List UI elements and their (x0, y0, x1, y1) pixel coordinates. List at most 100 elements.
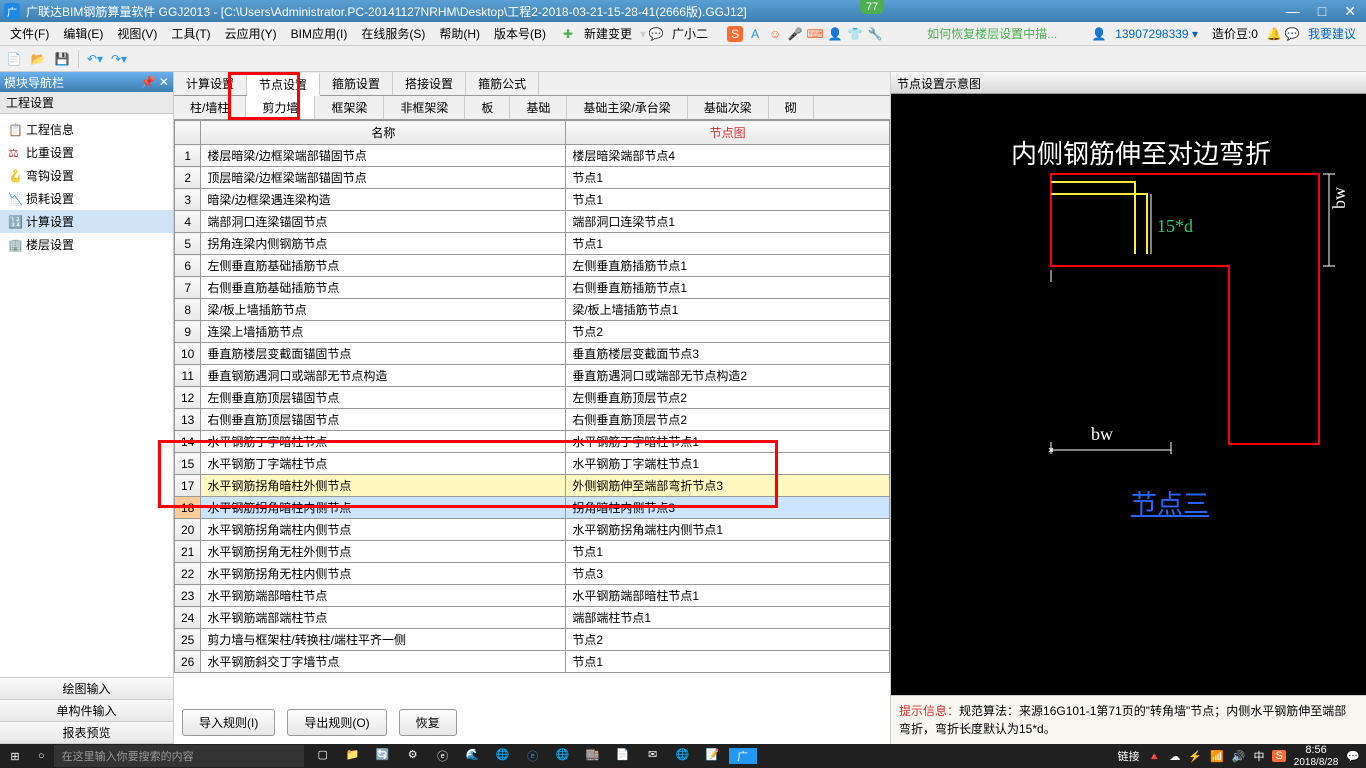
tray-icon[interactable]: 🔊 (1232, 750, 1246, 763)
subtab-foundation-beam[interactable]: 基础主梁/承台梁 (567, 96, 687, 119)
table-row[interactable]: 25剪力墙与框架柱/转换柱/端柱平齐一侧节点2 (175, 629, 890, 651)
wrench-icon[interactable]: 🔧 (867, 26, 883, 42)
subtab-slab[interactable]: 板 (465, 96, 510, 119)
close-button[interactable]: ✕ (1344, 3, 1356, 20)
table-row[interactable]: 24水平钢筋端部端柱节点端部端柱节点1 (175, 607, 890, 629)
maximize-button[interactable]: □ (1318, 3, 1326, 20)
menu-online[interactable]: 在线服务(S) (355, 23, 431, 44)
phone-link[interactable]: 13907298339 ▾ (1109, 25, 1204, 43)
table-row[interactable]: 20水平钢筋拐角端柱内侧节点水平钢筋拐角端柱内侧节点1 (175, 519, 890, 541)
menu-file[interactable]: 文件(F) (4, 23, 55, 44)
menu-bim[interactable]: BIM应用(I) (285, 23, 354, 44)
col-diagram[interactable]: 节点图 (566, 121, 890, 145)
start-button[interactable]: ⊞ (0, 750, 30, 763)
subtab-nonframe-beam[interactable]: 非框架梁 (384, 96, 465, 119)
suggest-icon[interactable]: 💬 (1284, 26, 1300, 42)
table-row[interactable]: 26水平钢筋斜交丁字墙节点节点1 (175, 651, 890, 673)
subtab-foundation[interactable]: 基础 (510, 96, 567, 119)
tray-icon[interactable]: ⚡ (1188, 750, 1202, 763)
undo-icon[interactable]: ↶▾ (85, 49, 105, 69)
table-row[interactable]: 18水平钢筋拐角暗柱内侧节点拐角暗柱内侧节点3 (175, 497, 890, 519)
menu-help[interactable]: 帮助(H) (433, 23, 486, 44)
project-settings-header[interactable]: 工程设置 (0, 92, 173, 114)
table-row[interactable]: 10垂直筋楼层变截面锚固节点垂直筋楼层变截面节点3 (175, 343, 890, 365)
person-icon[interactable]: 👤 (827, 26, 843, 42)
table-row[interactable]: 17水平钢筋拐角暗柱外侧节点外侧钢筋伸至端部弯折节点3 (175, 475, 890, 497)
user-icon[interactable]: 👤 (1091, 26, 1107, 42)
task-icon[interactable]: ⓔ (519, 748, 547, 764)
subtab-secondary-beam[interactable]: 基础次梁 (688, 96, 769, 119)
green-tip-link[interactable]: 如何恢复楼层设置中描... (927, 25, 1057, 42)
table-wrap[interactable]: 名称 节点图 1楼层暗梁/边框梁端部锚固节点楼层暗梁端部节点42顶层暗梁/边框梁… (174, 120, 890, 701)
task-icon[interactable]: 🌐 (669, 748, 697, 764)
guangxiaoer-button[interactable]: 广小二 (666, 23, 714, 44)
tray-icon[interactable]: ☁ (1169, 750, 1180, 763)
task-icon[interactable]: 📝 (699, 748, 727, 764)
tab-stirrup-formula[interactable]: 箍筋公式 (466, 72, 539, 95)
table-row[interactable]: 11垂直钢筋遇洞口或端部无节点构造垂直筋遇洞口或端部无节点构造2 (175, 365, 890, 387)
task-icon[interactable]: 广 (729, 748, 757, 764)
tree-item-project-info[interactable]: 📋工程信息 (0, 118, 173, 141)
tree-item-weight[interactable]: ⚖比重设置 (0, 141, 173, 164)
tab-stirrup-settings[interactable]: 箍筋设置 (320, 72, 393, 95)
tree-item-hook[interactable]: 🪝弯钩设置 (0, 164, 173, 187)
task-icon[interactable]: ⓔ (429, 748, 457, 764)
table-row[interactable]: 3暗梁/边框梁遇连梁构造节点1 (175, 189, 890, 211)
report-preview-button[interactable]: 报表预览 (0, 722, 173, 744)
restore-button[interactable]: 恢复 (399, 709, 457, 736)
table-row[interactable]: 1楼层暗梁/边框梁端部锚固节点楼层暗梁端部节点4 (175, 145, 890, 167)
task-icon[interactable]: 🌐 (549, 748, 577, 764)
task-icon[interactable]: ⚙ (399, 748, 427, 764)
tray-icon[interactable]: 📶 (1210, 750, 1224, 763)
menu-edit[interactable]: 编辑(E) (57, 23, 109, 44)
emoji-icon[interactable]: ☺ (767, 26, 783, 42)
tray-icon[interactable]: S (1272, 750, 1285, 762)
pin-icon[interactable]: 📌 ✕ (141, 75, 169, 89)
table-row[interactable]: 23水平钢筋端部暗柱节点水平钢筋端部暗柱节点1 (175, 585, 890, 607)
menu-version[interactable]: 版本号(B) (488, 23, 552, 44)
task-icon[interactable]: 📁 (339, 748, 367, 764)
table-row[interactable]: 8梁/板上墙插筋节点梁/板上墙插筋节点1 (175, 299, 890, 321)
table-row[interactable]: 21水平钢筋拐角无柱外侧节点节点1 (175, 541, 890, 563)
sogou-icon[interactable]: S (727, 26, 743, 42)
shirt-icon[interactable]: 👕 (847, 26, 863, 42)
letter-a-icon[interactable]: A (747, 26, 763, 42)
save-icon[interactable]: 💾 (52, 49, 72, 69)
notification-badge[interactable]: 77 (860, 0, 884, 14)
menu-view[interactable]: 视图(V) (111, 23, 163, 44)
table-row[interactable]: 14水平钢筋丁字暗柱节点水平钢筋丁字暗柱节点1 (175, 431, 890, 453)
table-row[interactable]: 2顶层暗梁/边框梁端部锚固节点节点1 (175, 167, 890, 189)
keyboard-icon[interactable]: ⌨ (807, 26, 823, 42)
table-row[interactable]: 22水平钢筋拐角无柱内侧节点节点3 (175, 563, 890, 585)
cortana-icon[interactable]: ○ (30, 750, 53, 762)
notification-center-icon[interactable]: 💬 (1346, 750, 1360, 763)
task-icon[interactable]: 📄 (609, 748, 637, 764)
col-name[interactable]: 名称 (201, 121, 566, 145)
tab-node-settings[interactable]: 节点设置 (247, 73, 320, 96)
subtab-frame-beam[interactable]: 框架梁 (315, 96, 384, 119)
table-row[interactable]: 9连梁上墙插筋节点节点2 (175, 321, 890, 343)
table-row[interactable]: 7右侧垂直筋基础插筋节点右侧垂直筋插筋节点1 (175, 277, 890, 299)
table-row[interactable]: 5拐角连梁内侧钢筋节点节点1 (175, 233, 890, 255)
taskbar-search[interactable]: 在这里输入你要搜索的内容 (54, 745, 304, 767)
export-rule-button[interactable]: 导出规则(O) (287, 709, 386, 736)
redo-icon[interactable]: ↷▾ (109, 49, 129, 69)
minimize-button[interactable]: — (1286, 3, 1300, 20)
menu-cloud[interactable]: 云应用(Y) (219, 23, 283, 44)
subtab-column[interactable]: 柱/墙柱 (174, 96, 246, 119)
mic-icon[interactable]: 🎤 (787, 26, 803, 42)
task-icon[interactable]: ✉ (639, 748, 667, 764)
task-icon[interactable]: 🌐 (489, 748, 517, 764)
tree-item-loss[interactable]: 📉损耗设置 (0, 187, 173, 210)
task-icon[interactable]: 🌊 (459, 748, 487, 764)
tree-item-floor[interactable]: 🏢楼层设置 (0, 233, 173, 256)
table-row[interactable]: 4端部洞口连梁锚固节点端部洞口连梁节点1 (175, 211, 890, 233)
subtab-shear-wall[interactable]: 剪力墙 (246, 96, 315, 119)
tree-item-calc[interactable]: 🔢计算设置 (0, 210, 173, 233)
tray-icon[interactable]: 🔺 (1148, 750, 1162, 763)
task-icon[interactable]: 🏬 (579, 748, 607, 764)
table-row[interactable]: 6左侧垂直筋基础插筋节点左侧垂直筋插筋节点1 (175, 255, 890, 277)
tray-icon[interactable]: 中 (1253, 748, 1264, 764)
subtab-masonry[interactable]: 砌 (769, 96, 814, 119)
table-row[interactable]: 15水平钢筋丁字端柱节点水平钢筋丁字端柱节点1 (175, 453, 890, 475)
